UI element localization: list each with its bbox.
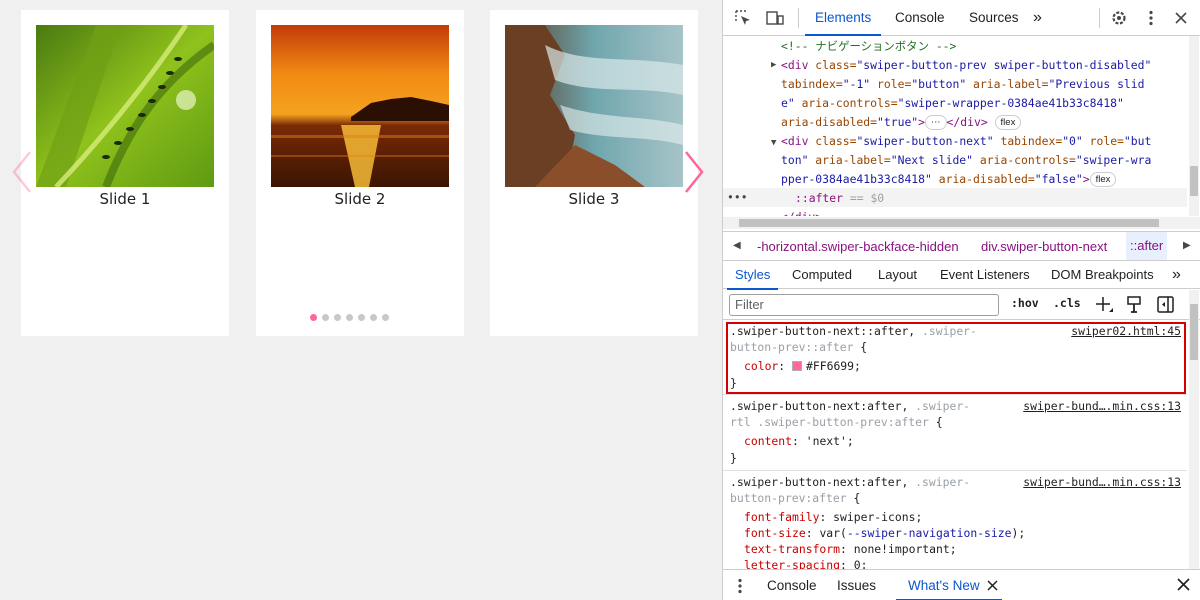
- swiper-next-button[interactable]: [682, 150, 706, 194]
- pagination-dot-4[interactable]: [346, 314, 353, 321]
- pagination-dot-1[interactable]: [310, 314, 317, 321]
- slide-2[interactable]: Slide 2: [256, 10, 464, 336]
- breadcrumb-scroll-right-icon[interactable]: ▶: [1183, 240, 1191, 251]
- sidebar-tabs: Styles Computed Layout Event Listeners D…: [723, 261, 1200, 290]
- devtools-drawer-bar: Console Issues What's New: [723, 569, 1200, 600]
- dom-line: pper-0384ae41b33c8418" aria-disabled="fa…: [781, 170, 1117, 189]
- scrollbar-thumb[interactable]: [1190, 166, 1198, 196]
- slide-2-caption: Slide 2: [334, 190, 386, 208]
- pagination-dot-7[interactable]: [382, 314, 389, 321]
- breadcrumb-scroll-left-icon[interactable]: ◀: [733, 240, 741, 251]
- swiper-prev-button[interactable]: [10, 150, 34, 194]
- drawer-menu-icon[interactable]: [737, 578, 743, 597]
- toolbar-separator: [798, 8, 799, 28]
- screen: Slide 1 Slide 2 Slide 3 Elements Console…: [0, 0, 1200, 600]
- style-rule: .swiper-button-next:after, .swiper- swip…: [723, 396, 1187, 471]
- dom-comment: <!-- ナビゲーションボタン -->: [781, 39, 957, 53]
- slide-1-caption: Slide 1: [99, 190, 151, 208]
- drawer-tab-whats-new[interactable]: What's New: [896, 578, 1002, 600]
- dom-line: ton" aria-label="Next slide" aria-contro…: [781, 153, 1152, 167]
- breadcrumb-item[interactable]: -horizontal.swiper-backface-hidden: [757, 239, 959, 254]
- dom-vertical-scrollbar[interactable]: [1189, 36, 1199, 216]
- more-options-icon[interactable]: [1141, 8, 1161, 28]
- new-style-rule-icon[interactable]: [1095, 295, 1115, 315]
- toggle-element-state-button[interactable]: :hov: [1011, 296, 1039, 310]
- slide-3-caption: Slide 3: [568, 190, 620, 208]
- scrollbar-thumb[interactable]: [1190, 304, 1198, 360]
- swiper-pagination: [310, 314, 389, 324]
- styles-toolbar: Filter :hov .cls: [723, 290, 1200, 320]
- slide-1[interactable]: Slide 1: [21, 10, 229, 336]
- dom-line-cut: </div>: [781, 208, 822, 216]
- tab-console[interactable]: Console: [895, 0, 945, 36]
- rule-close-brace: }: [730, 451, 737, 465]
- collapse-triangle-icon[interactable]: ▼: [771, 134, 776, 153]
- scrollbar-thumb[interactable]: [739, 219, 1159, 227]
- rule-source-link[interactable]: swiper-bund….min.css:13: [1023, 473, 1181, 492]
- slide-3-image: [505, 25, 683, 187]
- drawer-tab-issues[interactable]: Issues: [837, 578, 876, 593]
- style-declaration[interactable]: content: 'next';: [744, 432, 854, 451]
- breadcrumb-item[interactable]: div.swiper-button-next: [981, 239, 1107, 254]
- color-format-icon[interactable]: [1125, 295, 1145, 315]
- slide-1-image: [36, 25, 214, 187]
- more-sidebar-tabs-button[interactable]: »: [1172, 261, 1181, 289]
- slide-3[interactable]: Slide 3: [490, 10, 698, 336]
- expand-triangle-icon[interactable]: ▶: [771, 56, 776, 75]
- tab-event-listeners[interactable]: Event Listeners: [940, 261, 1030, 289]
- devtools-panel: Elements Console Sources » <!-- ナビゲーションボ…: [722, 0, 1200, 600]
- devtools-toolbar: Elements Console Sources »: [723, 0, 1200, 36]
- tab-dom-breakpoints[interactable]: DOM Breakpoints: [1051, 261, 1154, 289]
- toggle-classes-button[interactable]: .cls: [1053, 296, 1081, 310]
- pagination-dot-5[interactable]: [358, 314, 365, 321]
- dom-node-next-button[interactable]: <div class="swiper-button-next" tabindex…: [781, 132, 1151, 151]
- chevron-right-icon: [685, 151, 704, 193]
- tab-elements[interactable]: Elements: [804, 0, 882, 36]
- close-devtools-icon[interactable]: [1171, 8, 1191, 28]
- flex-badge[interactable]: flex: [1089, 172, 1117, 187]
- node-actions-dots[interactable]: •••: [727, 188, 748, 207]
- rule-source-link[interactable]: swiper-bund….min.css:13: [1023, 397, 1181, 416]
- chevron-left-icon: [12, 151, 31, 193]
- dom-tree: <!-- ナビゲーションボタン --> ▶ <div class="swiper…: [723, 36, 1187, 216]
- flex-badge[interactable]: flex: [994, 115, 1022, 130]
- tab-layout[interactable]: Layout: [878, 261, 917, 289]
- close-drawer-icon[interactable]: [1177, 578, 1190, 594]
- styles-filter-input[interactable]: Filter: [729, 294, 999, 316]
- settings-gear-icon[interactable]: [1109, 8, 1129, 28]
- device-toolbar-icon[interactable]: [765, 8, 785, 28]
- tab-styles[interactable]: Styles: [726, 261, 779, 290]
- dom-line: e" aria-controls="swiper-wrapper-0384ae4…: [781, 96, 1124, 110]
- more-tabs-button[interactable]: »: [1033, 0, 1042, 36]
- styles-vertical-scrollbar[interactable]: [1189, 290, 1199, 569]
- style-rule: .swiper-button-next:after, .swiper- swip…: [723, 472, 1187, 569]
- pagination-dot-6[interactable]: [370, 314, 377, 321]
- selected-node-row[interactable]: [723, 188, 1187, 207]
- style-declaration[interactable]: letter-spacing: 0;: [744, 556, 867, 569]
- dom-horizontal-scrollbar[interactable]: [723, 217, 1200, 229]
- dom-line: aria-disabled="true"> ⋯ </div> flex: [781, 113, 1022, 132]
- breadcrumb: ◀ -horizontal.swiper-backface-hidden div…: [723, 231, 1200, 261]
- breadcrumb-item-selected[interactable]: ::after: [1126, 232, 1168, 260]
- pagination-dot-2[interactable]: [322, 314, 329, 321]
- annotation-highlight-box: [726, 322, 1186, 394]
- selected-pseudo-element[interactable]: ::after == $0: [795, 189, 884, 208]
- webpage-viewport: Slide 1 Slide 2 Slide 3: [0, 0, 722, 600]
- slide-2-image: [271, 25, 449, 187]
- dom-line: tabindex="-1" role="button" aria-label="…: [781, 77, 1145, 91]
- inspect-element-icon[interactable]: [733, 8, 753, 28]
- toolbar-separator: [1099, 8, 1100, 28]
- drawer-tab-console[interactable]: Console: [767, 578, 817, 593]
- dom-node-prev-button[interactable]: <div class="swiper-button-prev swiper-bu…: [781, 56, 1151, 75]
- close-drawer-tab-icon[interactable]: [987, 579, 998, 594]
- collapsed-content-ellipsis[interactable]: ⋯: [925, 115, 947, 130]
- toggle-sidebar-icon[interactable]: [1156, 295, 1176, 315]
- pagination-dot-3[interactable]: [334, 314, 341, 321]
- tab-computed[interactable]: Computed: [792, 261, 852, 289]
- tab-sources[interactable]: Sources: [969, 0, 1019, 36]
